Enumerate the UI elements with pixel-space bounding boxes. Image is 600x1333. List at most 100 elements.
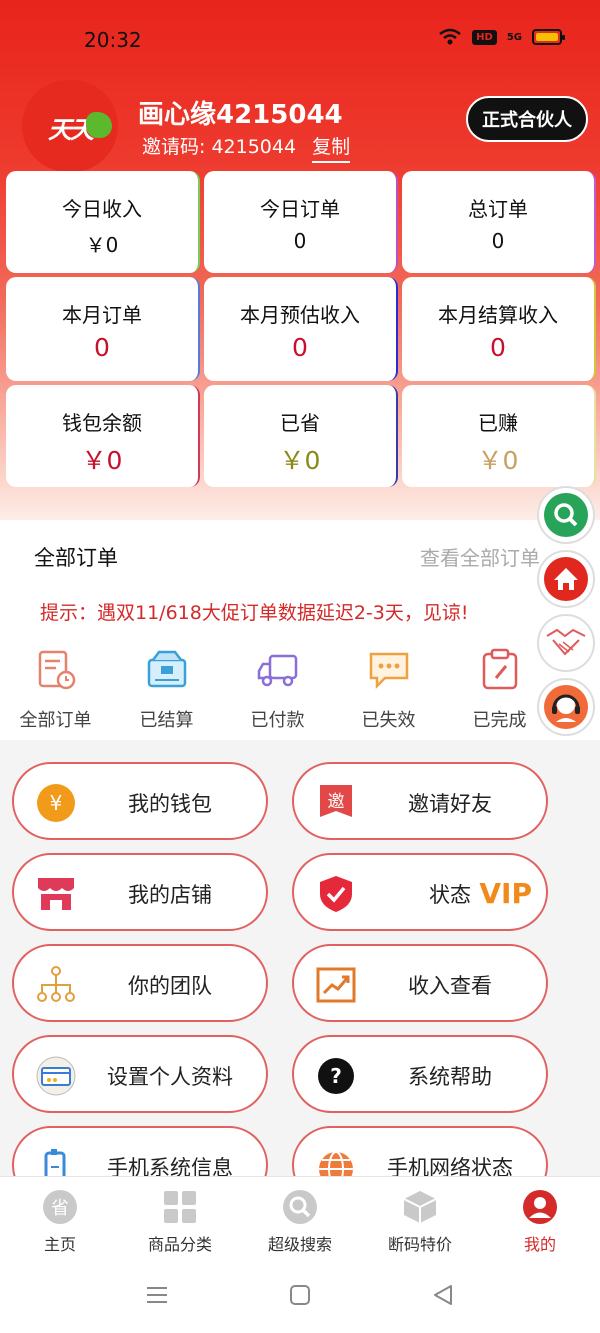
- order-paid-button[interactable]: 已付款: [222, 648, 333, 732]
- float-support-button[interactable]: [537, 678, 595, 736]
- chat-bubble-icon: [369, 652, 408, 690]
- float-partner-button[interactable]: [537, 614, 595, 672]
- menu-label: 我的店铺: [128, 883, 212, 907]
- copy-invite-button[interactable]: 复制: [312, 132, 351, 163]
- invite-code-row: 邀请码: 4215044 复制: [142, 132, 351, 163]
- stat-value: ￥0: [85, 233, 119, 257]
- user-icon: [523, 1190, 557, 1224]
- trend-chart-icon: [316, 967, 356, 1003]
- svg-text:?: ?: [330, 1064, 342, 1088]
- stat-label: 今日订单: [260, 197, 340, 221]
- tab-mine[interactable]: 我的: [480, 1177, 600, 1258]
- vip-badge: VIP: [479, 877, 532, 910]
- delivery-truck-icon: [257, 654, 297, 687]
- order-invalid-button[interactable]: 已失效: [333, 648, 444, 732]
- svg-text:¥: ¥: [50, 791, 63, 815]
- network-5g-label: 5G: [506, 31, 522, 43]
- menu-label: 邀请好友: [408, 792, 492, 816]
- clipboard-icon: [482, 648, 517, 690]
- stat-value: ￥0: [81, 446, 123, 475]
- order-status-label: 已失效: [361, 710, 416, 731]
- search-icon: [544, 493, 588, 537]
- menu-system-help[interactable]: ? 系统帮助: [292, 1035, 548, 1113]
- home-square-icon[interactable]: [289, 1284, 311, 1306]
- stat-value: 0: [94, 333, 110, 362]
- stats-grid: 今日收入 ￥0 今日订单 0 总订单 0 本月订单 0 本月预估收入 0 本月结算收入 0 …: [6, 171, 596, 487]
- card-icon: [36, 1056, 76, 1096]
- tab-home[interactable]: 省 主页: [0, 1177, 120, 1258]
- stat-label: 本月订单: [62, 303, 142, 327]
- tab-super-search[interactable]: 超级搜索: [240, 1177, 360, 1258]
- svg-text:邀: 邀: [328, 792, 345, 812]
- menu-my-shop[interactable]: 我的店铺: [12, 853, 268, 931]
- stat-today-orders[interactable]: 今日订单 0: [204, 171, 398, 273]
- float-search-button[interactable]: [537, 486, 595, 544]
- status-bar: 20:32 HD 5G: [0, 0, 600, 80]
- stat-earned[interactable]: 已赚 ￥0: [402, 385, 596, 487]
- tab-label: 商品分类: [147, 1235, 212, 1254]
- delay-notice: 提示：遇双11/618大促订单数据延迟2-3天，见谅!: [40, 602, 469, 624]
- team-tree-icon: [37, 966, 75, 1002]
- float-home-button[interactable]: [537, 550, 595, 608]
- stat-value: 0: [292, 333, 308, 362]
- stat-value: ￥0: [279, 446, 321, 475]
- stat-month-estimated-income[interactable]: 本月预估收入 0: [204, 277, 398, 381]
- stat-month-settled-income[interactable]: 本月结算收入 0: [402, 277, 596, 381]
- stat-month-orders[interactable]: 本月订单 0: [6, 277, 200, 381]
- order-settled-button[interactable]: 已结算: [111, 648, 222, 732]
- menu-invite-friends[interactable]: 邀 邀请好友: [292, 762, 548, 840]
- box-icon: [403, 1191, 437, 1223]
- home-save-icon: 省: [43, 1190, 77, 1224]
- menu-label: 设置个人资料: [107, 1065, 233, 1089]
- customer-service-icon: [544, 685, 588, 729]
- handshake-icon: [546, 628, 586, 656]
- hd-badge: HD: [472, 29, 497, 45]
- system-nav-bar: [0, 1258, 600, 1333]
- floating-actions: [537, 486, 597, 742]
- avatar[interactable]: 天天: [22, 80, 118, 172]
- menu-profile-settings[interactable]: 设置个人资料: [12, 1035, 268, 1113]
- back-triangle-icon[interactable]: [432, 1284, 454, 1306]
- order-all-button[interactable]: 全部订单: [0, 648, 111, 732]
- menu-income-view[interactable]: 收入查看: [292, 944, 548, 1022]
- stat-total-orders[interactable]: 总订单 0: [402, 171, 596, 273]
- search-icon: [283, 1190, 317, 1224]
- tab-label: 主页: [43, 1235, 76, 1254]
- menu-lines-icon[interactable]: [146, 1284, 168, 1306]
- invite-tag-icon: 邀: [320, 785, 352, 817]
- yuan-wallet-icon: ¥: [37, 784, 75, 822]
- menu-status[interactable]: 状态 VIP: [292, 853, 548, 931]
- stat-value: 0: [491, 229, 505, 253]
- shield-check-icon: [320, 876, 352, 912]
- partner-button[interactable]: 正式合伙人: [466, 96, 588, 142]
- stat-label: 本月预估收入: [240, 303, 360, 327]
- stat-value: ￥0: [477, 446, 519, 475]
- home-icon: [544, 557, 588, 601]
- order-list-icon: [38, 650, 75, 690]
- status-time: 20:32: [84, 28, 142, 52]
- tab-categories[interactable]: 商品分类: [120, 1177, 240, 1258]
- order-status-label: 已付款: [250, 710, 305, 731]
- stat-wallet-balance[interactable]: 钱包余额 ￥0: [6, 385, 200, 487]
- wifi-icon: [439, 28, 461, 45]
- tab-clearance[interactable]: 断码特价: [360, 1177, 480, 1258]
- svg-text:省: 省: [51, 1198, 69, 1219]
- stat-label: 今日收入: [62, 197, 142, 221]
- order-status-row: 全部订单 已结算 已付款 已失效 已完成: [0, 648, 600, 732]
- menu-your-team[interactable]: 你的团队: [12, 944, 268, 1022]
- stat-saved[interactable]: 已省 ￥0: [204, 385, 398, 487]
- tab-label: 超级搜索: [267, 1235, 332, 1254]
- username: 画心缘4215044: [138, 100, 343, 130]
- menu-my-wallet[interactable]: ¥ 我的钱包: [12, 762, 268, 840]
- stat-today-income[interactable]: 今日收入 ￥0: [6, 171, 200, 273]
- stat-label: 总订单: [468, 197, 528, 221]
- bottom-tab-bar: 省 主页 商品分类 超级搜索 断码特价 我的: [0, 1176, 600, 1258]
- status-icons: HD 5G: [438, 28, 565, 46]
- orders-title: 全部订单: [34, 546, 118, 570]
- stat-value: 0: [490, 333, 506, 362]
- leaf-icon: [86, 112, 112, 138]
- view-all-orders-link[interactable]: 查看全部订单: [420, 542, 540, 571]
- menu-label: 我的钱包: [128, 792, 212, 816]
- battery-icon: [532, 29, 565, 45]
- stat-label: 已省: [280, 411, 320, 435]
